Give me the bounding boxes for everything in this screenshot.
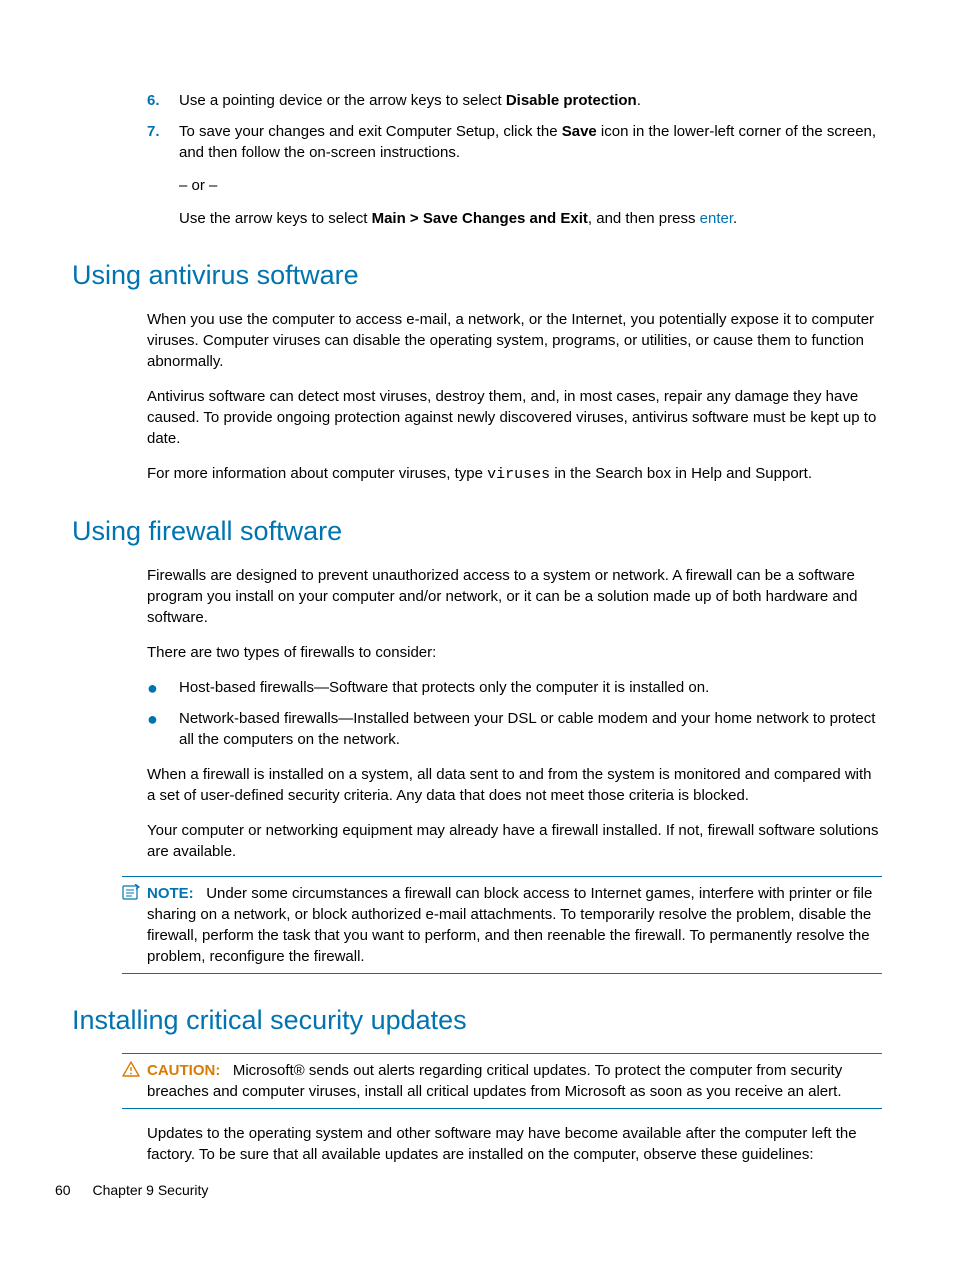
heading-antivirus: Using antivirus software	[72, 257, 882, 295]
chapter-label: Chapter 9 Security	[92, 1182, 208, 1198]
note-body: NOTE: Under some circumstances a firewal…	[147, 883, 882, 967]
step-body: To save your changes and exit Computer S…	[179, 121, 882, 163]
bold-text: Disable protection	[506, 92, 637, 109]
text: .	[733, 210, 737, 227]
caution-icon	[122, 1060, 147, 1102]
text: To save your changes and exit Computer S…	[179, 123, 562, 140]
paragraph: Antivirus software can detect most virus…	[147, 386, 882, 449]
step-number: 7.	[147, 121, 179, 163]
list-item: ● Host-based firewalls—Software that pro…	[147, 677, 882, 698]
or-separator: – or –	[179, 175, 882, 196]
page-number: 60	[55, 1182, 71, 1198]
paragraph: Firewalls are designed to prevent unauth…	[147, 565, 882, 628]
heading-firewall: Using firewall software	[72, 513, 882, 551]
bold-text: Save	[562, 123, 597, 140]
caution-body: CAUTION: Microsoft® sends out alerts reg…	[147, 1060, 882, 1102]
note-callout: NOTE: Under some circumstances a firewal…	[122, 876, 882, 974]
note-text: Under some circumstances a firewall can …	[147, 885, 872, 965]
text: Use a pointing device or the arrow keys …	[179, 92, 506, 109]
text: , and then press	[588, 210, 700, 227]
text: .	[637, 92, 641, 109]
bullet-icon: ●	[147, 677, 179, 698]
step-7-alt: Use the arrow keys to select Main > Save…	[179, 208, 882, 229]
text: Use the arrow keys to select	[179, 210, 372, 227]
page-footer: 60 Chapter 9 Security	[55, 1181, 208, 1201]
key-name: enter	[700, 210, 733, 227]
bold-text: Main > Save Changes and Exit	[372, 210, 588, 227]
list-item-text: Network-based firewalls—Installed betwee…	[179, 708, 882, 750]
step-number: 6.	[147, 90, 179, 111]
paragraph: Updates to the operating system and othe…	[147, 1123, 882, 1165]
firewall-types-list: ● Host-based firewalls—Software that pro…	[147, 677, 882, 750]
caution-callout: CAUTION: Microsoft® sends out alerts reg…	[122, 1053, 882, 1109]
list-item: ● Network-based firewalls—Installed betw…	[147, 708, 882, 750]
paragraph: Your computer or networking equipment ma…	[147, 820, 882, 862]
caution-label: CAUTION:	[147, 1062, 220, 1079]
code-text: viruses	[487, 466, 550, 483]
paragraph: When a firewall is installed on a system…	[147, 764, 882, 806]
step-6: 6. Use a pointing device or the arrow ke…	[147, 90, 882, 111]
text: in the Search box in Help and Support.	[550, 465, 812, 482]
note-label: NOTE:	[147, 885, 194, 902]
note-icon	[122, 883, 147, 967]
bullet-icon: ●	[147, 708, 179, 750]
document-page: 6. Use a pointing device or the arrow ke…	[0, 0, 954, 1219]
caution-text: Microsoft® sends out alerts regarding cr…	[147, 1062, 842, 1100]
paragraph: When you use the computer to access e-ma…	[147, 309, 882, 372]
step-body: Use a pointing device or the arrow keys …	[179, 90, 882, 111]
paragraph: There are two types of firewalls to cons…	[147, 642, 882, 663]
text: For more information about computer viru…	[147, 465, 487, 482]
paragraph: For more information about computer viru…	[147, 463, 882, 485]
step-7: 7. To save your changes and exit Compute…	[147, 121, 882, 163]
list-item-text: Host-based firewalls—Software that prote…	[179, 677, 882, 698]
heading-updates: Installing critical security updates	[72, 1002, 882, 1040]
